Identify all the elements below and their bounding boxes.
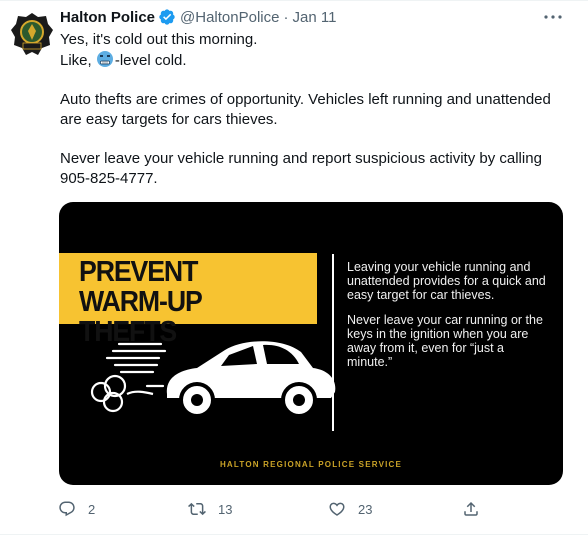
reply-icon <box>59 501 75 517</box>
separator-dot: · <box>283 8 289 26</box>
retweet-button[interactable]: 13 <box>188 498 232 520</box>
media-side-text: Leaving your vehicle running and unatten… <box>347 260 547 380</box>
tweet-line-1: Yes, it's cold out this morning. <box>60 31 258 48</box>
reply-button[interactable]: 2 <box>58 498 95 520</box>
like-count: 23 <box>358 501 373 517</box>
share-icon <box>464 501 478 516</box>
tweet-actions: 2 13 23 <box>58 498 488 520</box>
tweet-text: Yes, it's cold out this morning. Like, -… <box>60 30 575 189</box>
tweet-paragraph-2: Auto thefts are crimes of opportunity. V… <box>60 91 551 128</box>
tweet-paragraph-3: Never leave your vehicle running and rep… <box>60 150 542 187</box>
divider <box>0 0 588 1</box>
halton-police-badge-icon <box>8 10 56 58</box>
media-side-paragraph-1: Leaving your vehicle running and unatten… <box>347 260 546 302</box>
tweet-card[interactable]: Halton Police @HaltonPolice · Jan 11 Yes… <box>0 0 588 535</box>
share-button[interactable] <box>462 498 480 520</box>
media-side-paragraph-2: Never leave your car running or the keys… <box>347 313 543 369</box>
like-button[interactable]: 23 <box>328 498 372 520</box>
cold-face-emoji-icon <box>96 50 114 68</box>
speeding-car-icon <box>90 341 336 418</box>
author-name[interactable]: Halton Police <box>60 9 155 26</box>
avatar[interactable] <box>8 10 56 58</box>
retweet-count: 13 <box>218 501 233 517</box>
heart-icon <box>329 502 345 516</box>
author-handle[interactable]: @HaltonPolice <box>180 9 279 26</box>
verified-badge-icon <box>158 8 176 26</box>
tweet-line-2-end: -level cold. <box>114 52 187 69</box>
tweet-line-2-start: Like, <box>60 52 96 69</box>
reply-count: 2 <box>88 501 96 517</box>
tweet-media-image[interactable]: PREVENT WARM-UP THEFTS Leaving your vehi… <box>59 202 563 485</box>
headline-line-1: PREVENT <box>79 256 198 288</box>
retweet-icon <box>188 502 206 516</box>
tweet-header: Halton Police @HaltonPolice · Jan 11 <box>60 7 336 27</box>
tweet-line-2: Like, -level cold. <box>60 50 575 71</box>
tweet-date[interactable]: Jan 11 <box>292 9 336 26</box>
more-options-icon[interactable] <box>540 8 566 26</box>
divider-line <box>332 254 334 431</box>
media-footer-org: HALTON REGIONAL POLICE SERVICE <box>219 460 403 469</box>
